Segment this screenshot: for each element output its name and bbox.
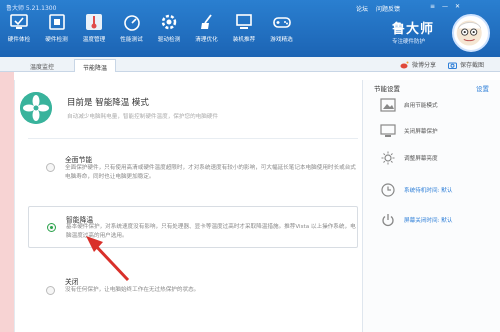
tool-label: 清理优化 [195,37,218,43]
save-screenshot-label: 保存截图 [460,62,485,69]
monitor-icon [380,124,396,137]
top-toolbar: 鲁大师 5.21.1300 硬件体检 硬件检测 温度管理 性能测试 驱动检测 清… [0,0,500,57]
power-icon [382,214,394,227]
fan-icon [20,92,52,124]
save-screenshot-button[interactable]: 保存截图 [448,60,484,69]
option-description: 基本硬件保护，对系统速度没有影响，只有处理器、显卡等温度过高时才采取降温措施。推… [66,224,356,239]
forum-link[interactable]: 论坛 [356,4,368,13]
toolbar-tools: 硬件体检 硬件检测 温度管理 性能测试 驱动检测 清理优化 装机推荐 游戏精选 [2,12,302,43]
tool-label: 温度管理 [82,37,106,43]
gamepad-icon [272,17,291,28]
tool-label: 硬件检测 [45,37,68,43]
menu-icon[interactable]: ≡ [430,3,435,10]
thermometer-icon [86,14,102,30]
feedback-link[interactable]: 问题反馈 [376,4,400,13]
speedometer-icon [123,15,140,31]
brand-slogan: 专注硬件防护 [392,39,426,45]
avatar[interactable] [452,14,490,52]
side-title: 节能设置 [374,85,400,93]
tool-label: 硬件体检 [7,37,31,43]
mascot-icon [456,20,482,46]
camera-icon [448,62,457,69]
radio-off[interactable] [46,286,55,295]
radio-full-saving[interactable] [46,163,55,172]
side-item-label: 屏幕关闭时间: 默认 [404,218,453,224]
option-smart-cooling[interactable]: 智能降温 基本硬件保护，对系统速度没有影响，只有处理器、显卡等温度过高时才采取降… [28,206,358,248]
close-icon[interactable]: ✕ [455,3,460,10]
weibo-share-button[interactable]: 微博分享 [400,60,436,69]
tool-driver[interactable]: 驱动检测 [152,12,186,43]
side-item-label: 调整屏幕亮度 [404,156,438,162]
side-item-enable-saving[interactable]: 启用节能模式 [380,98,438,112]
divider [28,138,358,139]
clock-icon [381,183,395,197]
tool-cleanup[interactable]: 清理优化 [190,12,224,43]
sun-icon [381,151,395,165]
brand-name: 鲁大师 [392,22,435,37]
tool-games[interactable]: 游戏精选 [265,12,299,43]
tab-strip: 温度监控 节能降温 微博分享 保存截图 [0,57,500,72]
tab-temperature-monitor[interactable]: 温度监控 [22,59,62,72]
side-item-brightness[interactable]: 调整屏幕亮度 [380,151,438,165]
mode-heading: 目前是 智能降温 模式 [67,98,149,108]
option-description: 没有任何保护，让电脑始终工作在无过热保护的状态。 [65,287,200,293]
option-description: 全面保护硬件，只有使用高清或硬件温度超限时，才对系统速度有较小的影响，可大幅延长… [65,165,356,180]
tool-label: 装机推荐 [232,37,256,43]
side-item-label: 启用节能模式 [404,103,438,109]
side-item-label: 关闭屏幕保护 [404,129,438,135]
side-panel [362,80,500,332]
image-icon [380,98,396,112]
tool-hardware-checkup[interactable]: 硬件体检 [2,12,36,43]
hardware-icon [48,14,65,30]
computer-icon [236,14,252,29]
weibo-share-label: 微博分享 [412,62,437,69]
tool-label: 性能测试 [120,37,143,43]
option-full-saving[interactable]: 全面节能 全面保护硬件，只有使用高清或硬件温度超限时，才对系统速度有较小的影响，… [28,150,358,196]
tool-build-recommend[interactable]: 装机推荐 [227,12,261,43]
radio-smart-cooling[interactable] [47,223,56,232]
option-title: 全面节能 [65,156,93,164]
tab-energy-saving[interactable]: 节能降温 [74,59,117,72]
broom-icon [200,14,212,29]
option-title: 关闭 [65,278,79,286]
side-item-label: 系统待机时间: 默认 [404,188,453,194]
app-title: 鲁大师 5.21.1300 [6,5,57,12]
monitor-check-icon [10,14,28,29]
option-off[interactable]: 关闭 没有任何保护，让电脑始终工作在无过热保护的状态。 [28,272,358,302]
tool-label: 驱动检测 [157,37,181,43]
window-controls: ≡ — ✕ [430,3,460,10]
tool-label: 游戏精选 [270,37,293,43]
side-item-standby-time[interactable]: 系统待机时间: 默认 [380,183,452,197]
side-item-screensaver[interactable]: 关闭屏幕保护 [380,124,438,138]
tool-performance[interactable]: 性能测试 [115,12,149,43]
top-links: 论坛 问题反馈 [356,4,400,13]
weibo-icon [400,61,409,68]
tool-temperature[interactable]: 温度管理 [77,12,111,43]
minimize-icon[interactable]: — [442,3,448,10]
left-decoration [0,72,14,332]
gear-icon [161,14,177,30]
side-item-screen-off-time[interactable]: 屏幕关闭时间: 默认 [380,213,452,227]
side-settings-link[interactable]: 设置 [476,83,489,93]
mode-description: 自动减少电脑耗电量，智能控制硬件温度，保护您的电脑硬件 [67,114,219,120]
tool-hardware-detect[interactable]: 硬件检测 [40,12,74,43]
